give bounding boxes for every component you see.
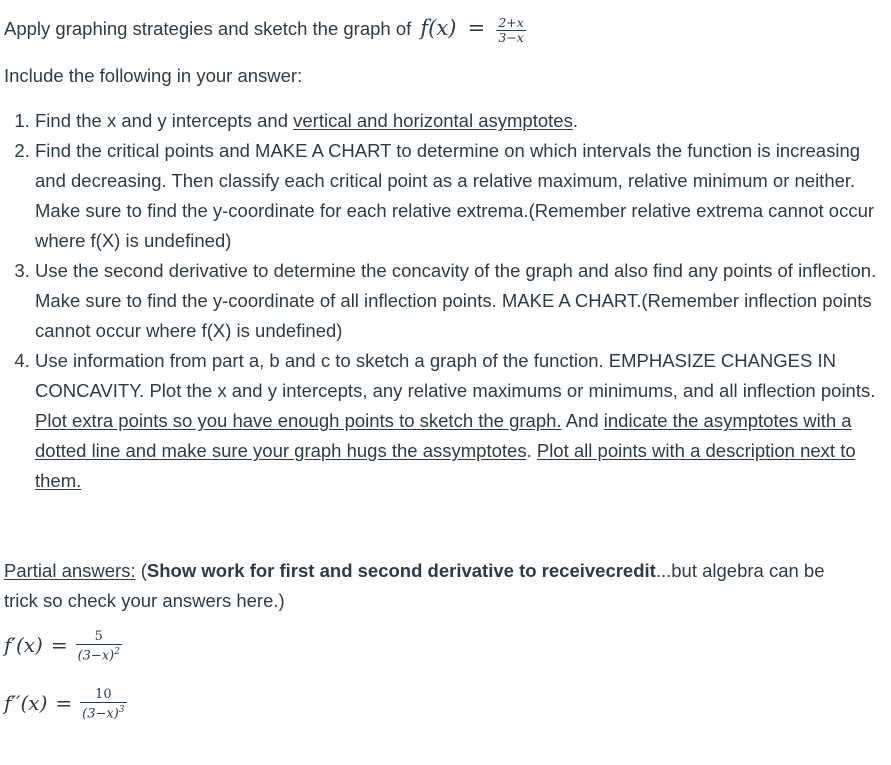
first-derivative-lhs: f′(x) (4, 633, 43, 658)
underlined-text: Plot extra points so you have enough poi… (35, 410, 562, 431)
underlined-text: vertical and horizontal asymptotes (293, 110, 573, 131)
function-fraction: 2+x 3−x (496, 14, 526, 45)
second-derivative-fraction: 10 (3−x)3 (80, 688, 127, 721)
first-derivative: f′(x) = 5 (3−x)2 (4, 630, 122, 663)
requirement-item: Find the x and y intercepts and vertical… (35, 106, 885, 136)
function-equals: = (467, 16, 486, 40)
first-derivative-numerator: 5 (75, 630, 122, 645)
question-page: Apply graphing strategies and sketch the… (0, 0, 891, 765)
include-label: Include the following in your answer: (4, 65, 303, 86)
requirement-item: Find the critical points and MAKE A CHAR… (35, 136, 885, 256)
item-text: Use the second derivative to determine t… (35, 260, 877, 341)
second-derivative-denominator: (3−x)3 (80, 703, 126, 721)
question-intro: Apply graphing strategies and sketch the… (4, 13, 526, 45)
requirement-item: Use information from part a, b and c to … (35, 346, 885, 496)
function-lhs: f(x) (420, 16, 457, 40)
second-derivative: f′′(x) = 10 (3−x)3 (4, 688, 127, 721)
item-text: Use information from part a, b and c to … (35, 350, 876, 401)
function-numerator: 2+x (496, 14, 526, 31)
partial-answers-label: Partial answers: (4, 560, 136, 581)
item-text: Find the x and y intercepts and (35, 110, 294, 131)
requirement-item: Use the second derivative to determine t… (35, 256, 885, 346)
item-text: . (572, 110, 578, 131)
first-derivative-equals: = (50, 633, 68, 658)
intro-text: Apply graphing strategies and sketch the… (4, 18, 412, 39)
partial-answers-line1: Partial answers: (Show work for first an… (4, 556, 825, 586)
first-derivative-denominator: (3−x)2 (76, 645, 122, 663)
second-derivative-equals: = (55, 691, 73, 716)
function-denominator: 3−x (498, 29, 524, 45)
item-text: And (561, 410, 604, 431)
first-derivative-exponent: 2 (114, 647, 120, 657)
first-derivative-base: (3−x) (77, 648, 115, 664)
second-derivative-numerator: 10 (80, 688, 127, 703)
item-text: Find the critical points and MAKE A CHAR… (35, 140, 875, 251)
second-derivative-base: (3−x) (82, 706, 119, 722)
requirements-list: Find the x and y intercepts and vertical… (0, 106, 885, 496)
partial-answers-line2: trick so check your answers here.) (4, 590, 285, 611)
paren-open: ( (135, 560, 147, 581)
item-text: . (526, 440, 537, 461)
first-derivative-fraction: 5 (3−x)2 (75, 630, 122, 663)
second-derivative-lhs: f′′(x) (4, 691, 48, 716)
partial-answers-bold: Show work for first and second derivativ… (146, 560, 656, 581)
partial-answers-rest-1: ...but algebra can be (655, 560, 825, 581)
second-derivative-exponent: 3 (118, 705, 125, 715)
